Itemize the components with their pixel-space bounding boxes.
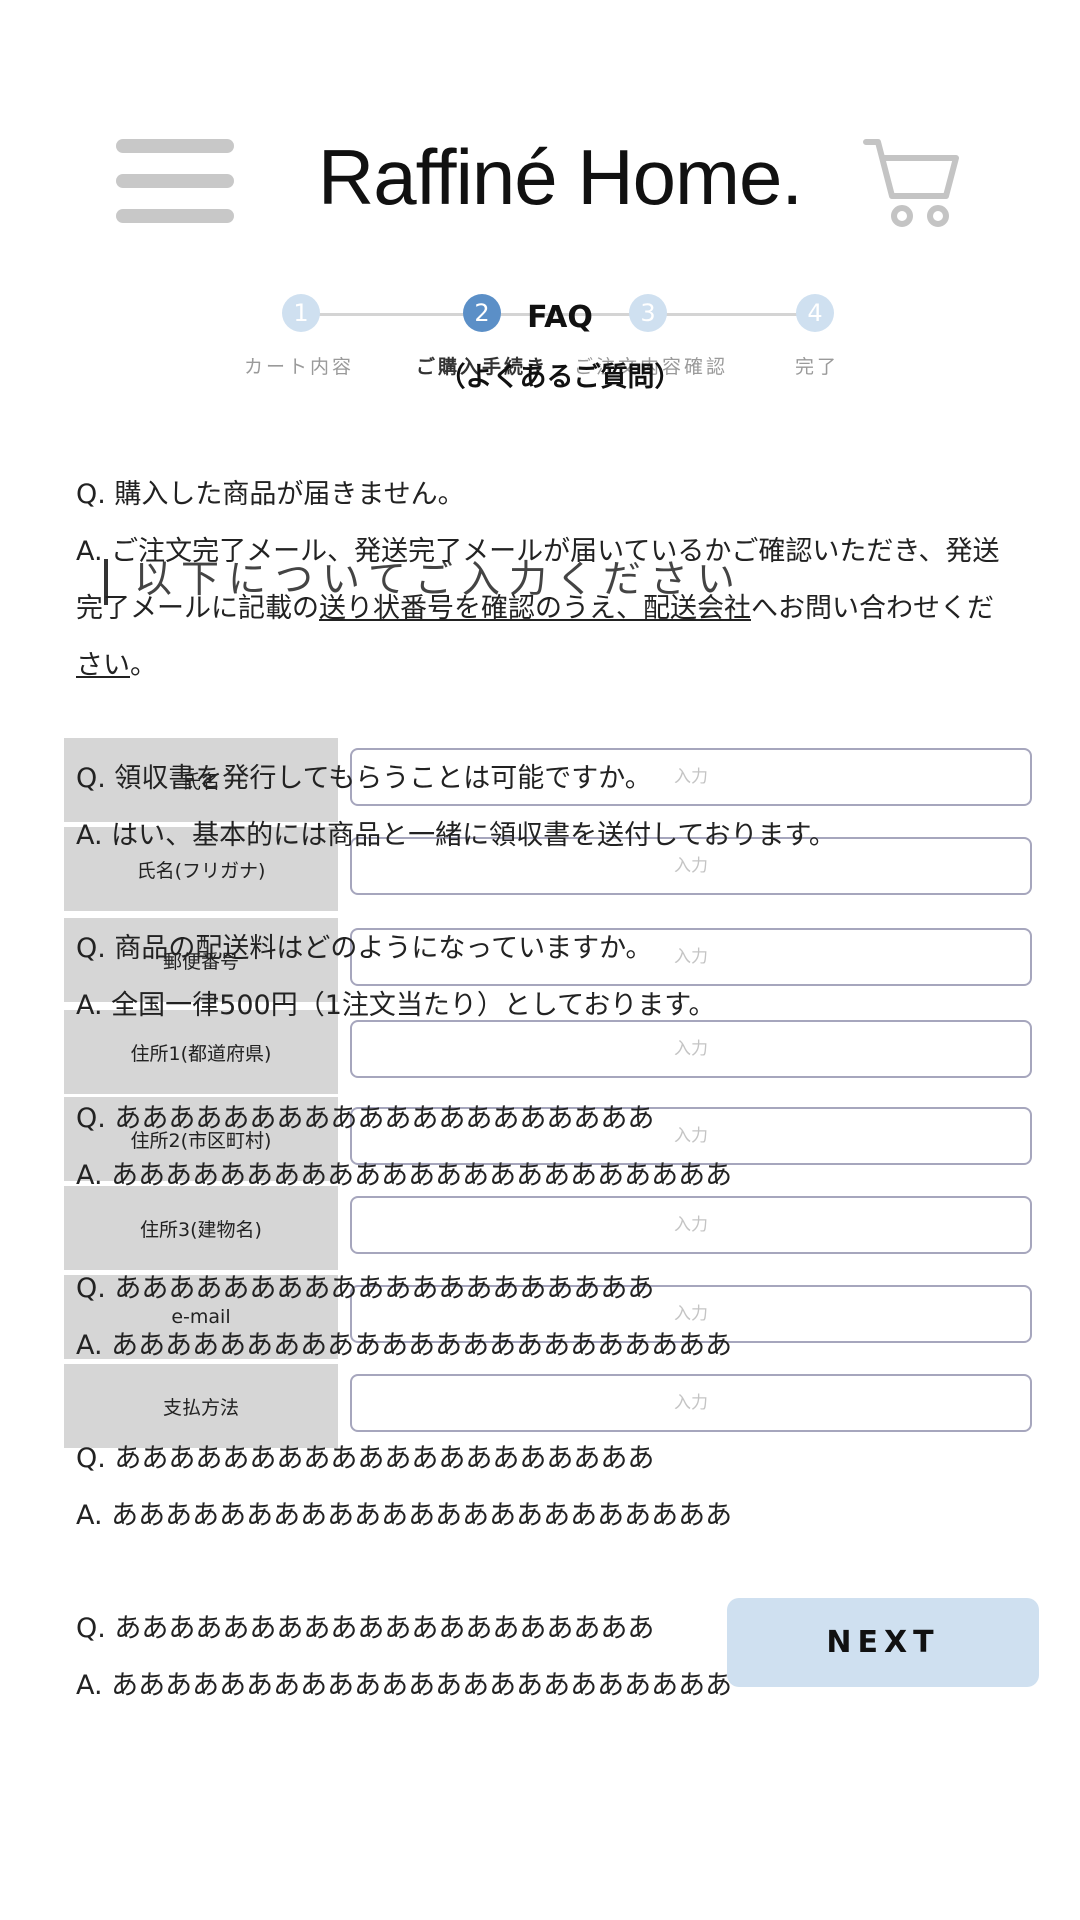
- faq-question-7: Q. ああああああああああああああああああああ: [76, 1613, 655, 1644]
- faq-answer-1-link[interactable]: 送り状番号を確認のうえ、配送会社: [319, 593, 751, 624]
- next-button[interactable]: NEXT: [727, 1598, 1039, 1687]
- hamburger-menu-icon[interactable]: [116, 139, 234, 223]
- address3-input[interactable]: [350, 1196, 1032, 1254]
- faq-answer-1-line2-tail: へお問い合わせくだ: [751, 593, 994, 624]
- brand-logo[interactable]: Raffiné Home.: [300, 132, 820, 223]
- faq-answer-2: A. はい、基本的には商品と一緒に領収書を送付しております。: [76, 820, 836, 851]
- faq-answer-1-line2-plain: 完了メールに記載の: [76, 593, 319, 624]
- form-row-address1: 住所1(都道府県): [64, 1010, 1040, 1094]
- shopping-cart-icon[interactable]: [862, 136, 960, 228]
- faq-question-2: Q. 領収書を発行してもらうことは可能ですか。: [76, 763, 652, 794]
- faq-question-1: Q. 購入した商品が届きません。: [76, 479, 465, 510]
- form-row-address3: 住所3(建物名): [64, 1186, 1040, 1270]
- field-label-address1: 住所1(都道府県): [64, 1010, 338, 1094]
- faq-question-4: Q. ああああああああああああああああああああ: [76, 1103, 655, 1134]
- faq-answer-1-line1: A. ご注文完了メール、発送完了メールが届いているかご確認いただき、発送: [76, 536, 1000, 567]
- faq-question-5: Q. ああああああああああああああああああああ: [76, 1273, 655, 1304]
- faq-answer-5: A. あああああああああああああああああああああああ: [76, 1330, 733, 1361]
- faq-answer-1-line3: さい。: [76, 643, 157, 682]
- menu-bar-top: [116, 139, 234, 153]
- faq-answer-1-link-cont[interactable]: さい: [76, 650, 130, 681]
- payment-method-input[interactable]: [350, 1374, 1032, 1432]
- faq-answer-3: A. 全国一律500円（1注文当たり）としております。: [76, 990, 716, 1021]
- faq-answer-7: A. あああああああああああああああああああああああ: [76, 1670, 733, 1701]
- menu-bar-middle: [116, 174, 234, 188]
- faq-answer-1-line3-tail: 。: [130, 650, 157, 681]
- faq-title: FAQ: [527, 300, 593, 335]
- faq-question-6: Q. ああああああああああああああああああああ: [76, 1443, 655, 1474]
- faq-answer-4: A. あああああああああああああああああああああああ: [76, 1160, 733, 1191]
- faq-answer-1-line2: 完了メールに記載の送り状番号を確認のうえ、配送会社へお問い合わせくだ: [76, 586, 994, 625]
- menu-bar-bottom: [116, 209, 234, 223]
- address1-input[interactable]: [350, 1020, 1032, 1078]
- faq-answer-6: A. あああああああああああああああああああああああ: [76, 1500, 733, 1531]
- field-label-address3: 住所3(建物名): [64, 1186, 338, 1270]
- faq-subtitle: （よくあるご質問）: [438, 362, 682, 393]
- faq-question-3: Q. 商品の配送料はどのようになっていますか。: [76, 933, 653, 964]
